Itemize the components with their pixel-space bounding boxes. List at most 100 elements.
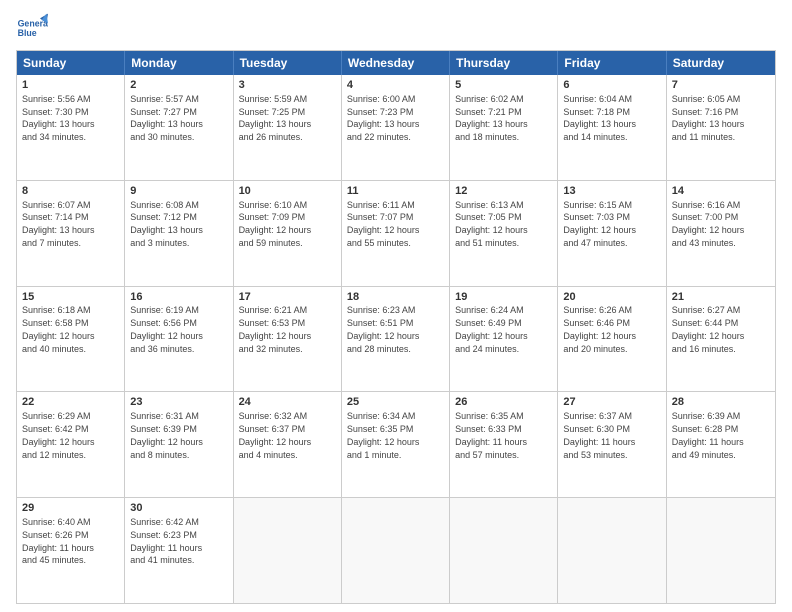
calendar-row-1: 8Sunrise: 6:07 AM Sunset: 7:14 PM Daylig… — [17, 180, 775, 286]
day-info: Sunrise: 5:57 AM Sunset: 7:27 PM Dayligh… — [130, 94, 203, 142]
calendar-cell-day-25: 25Sunrise: 6:34 AM Sunset: 6:35 PM Dayli… — [342, 392, 450, 497]
calendar-header-saturday: Saturday — [667, 51, 775, 75]
day-number: 30 — [130, 501, 227, 516]
calendar-cell-day-24: 24Sunrise: 6:32 AM Sunset: 6:37 PM Dayli… — [234, 392, 342, 497]
calendar-header-wednesday: Wednesday — [342, 51, 450, 75]
day-info: Sunrise: 6:04 AM Sunset: 7:18 PM Dayligh… — [563, 94, 636, 142]
calendar-cell-day-19: 19Sunrise: 6:24 AM Sunset: 6:49 PM Dayli… — [450, 287, 558, 392]
day-info: Sunrise: 6:13 AM Sunset: 7:05 PM Dayligh… — [455, 200, 528, 248]
day-info: Sunrise: 6:08 AM Sunset: 7:12 PM Dayligh… — [130, 200, 203, 248]
day-number: 14 — [672, 184, 770, 199]
day-info: Sunrise: 6:26 AM Sunset: 6:46 PM Dayligh… — [563, 305, 636, 353]
calendar-cell-day-27: 27Sunrise: 6:37 AM Sunset: 6:30 PM Dayli… — [558, 392, 666, 497]
calendar-header-sunday: Sunday — [17, 51, 125, 75]
day-info: Sunrise: 6:10 AM Sunset: 7:09 PM Dayligh… — [239, 200, 312, 248]
calendar-cell-day-29: 29Sunrise: 6:40 AM Sunset: 6:26 PM Dayli… — [17, 498, 125, 603]
calendar-cell-empty — [234, 498, 342, 603]
day-number: 8 — [22, 184, 119, 199]
day-info: Sunrise: 6:31 AM Sunset: 6:39 PM Dayligh… — [130, 411, 203, 459]
day-number: 27 — [563, 395, 660, 410]
day-number: 18 — [347, 290, 444, 305]
calendar-cell-day-4: 4Sunrise: 6:00 AM Sunset: 7:23 PM Daylig… — [342, 75, 450, 180]
calendar-cell-day-1: 1Sunrise: 5:56 AM Sunset: 7:30 PM Daylig… — [17, 75, 125, 180]
calendar-cell-day-5: 5Sunrise: 6:02 AM Sunset: 7:21 PM Daylig… — [450, 75, 558, 180]
day-number: 13 — [563, 184, 660, 199]
calendar-header-row: SundayMondayTuesdayWednesdayThursdayFrid… — [17, 51, 775, 75]
calendar-cell-day-30: 30Sunrise: 6:42 AM Sunset: 6:23 PM Dayli… — [125, 498, 233, 603]
calendar-cell-day-23: 23Sunrise: 6:31 AM Sunset: 6:39 PM Dayli… — [125, 392, 233, 497]
day-number: 17 — [239, 290, 336, 305]
day-info: Sunrise: 6:24 AM Sunset: 6:49 PM Dayligh… — [455, 305, 528, 353]
calendar-cell-day-3: 3Sunrise: 5:59 AM Sunset: 7:25 PM Daylig… — [234, 75, 342, 180]
day-number: 11 — [347, 184, 444, 199]
calendar-cell-day-7: 7Sunrise: 6:05 AM Sunset: 7:16 PM Daylig… — [667, 75, 775, 180]
calendar: SundayMondayTuesdayWednesdayThursdayFrid… — [16, 50, 776, 604]
day-info: Sunrise: 6:34 AM Sunset: 6:35 PM Dayligh… — [347, 411, 420, 459]
day-number: 10 — [239, 184, 336, 199]
calendar-header-tuesday: Tuesday — [234, 51, 342, 75]
calendar-row-2: 15Sunrise: 6:18 AM Sunset: 6:58 PM Dayli… — [17, 286, 775, 392]
day-number: 7 — [672, 78, 770, 93]
day-number: 25 — [347, 395, 444, 410]
calendar-row-4: 29Sunrise: 6:40 AM Sunset: 6:26 PM Dayli… — [17, 497, 775, 603]
day-info: Sunrise: 6:32 AM Sunset: 6:37 PM Dayligh… — [239, 411, 312, 459]
calendar-cell-empty — [558, 498, 666, 603]
day-number: 15 — [22, 290, 119, 305]
day-number: 9 — [130, 184, 227, 199]
calendar-cell-day-15: 15Sunrise: 6:18 AM Sunset: 6:58 PM Dayli… — [17, 287, 125, 392]
day-info: Sunrise: 6:02 AM Sunset: 7:21 PM Dayligh… — [455, 94, 528, 142]
calendar-cell-empty — [450, 498, 558, 603]
calendar-cell-empty — [667, 498, 775, 603]
calendar-cell-day-10: 10Sunrise: 6:10 AM Sunset: 7:09 PM Dayli… — [234, 181, 342, 286]
day-number: 5 — [455, 78, 552, 93]
day-number: 12 — [455, 184, 552, 199]
day-number: 3 — [239, 78, 336, 93]
day-number: 6 — [563, 78, 660, 93]
day-info: Sunrise: 5:56 AM Sunset: 7:30 PM Dayligh… — [22, 94, 95, 142]
day-info: Sunrise: 6:39 AM Sunset: 6:28 PM Dayligh… — [672, 411, 744, 459]
calendar-cell-empty — [342, 498, 450, 603]
calendar-header-monday: Monday — [125, 51, 233, 75]
calendar-cell-day-12: 12Sunrise: 6:13 AM Sunset: 7:05 PM Dayli… — [450, 181, 558, 286]
calendar-cell-day-2: 2Sunrise: 5:57 AM Sunset: 7:27 PM Daylig… — [125, 75, 233, 180]
logo: General Blue — [16, 12, 48, 44]
calendar-cell-day-21: 21Sunrise: 6:27 AM Sunset: 6:44 PM Dayli… — [667, 287, 775, 392]
calendar-cell-day-20: 20Sunrise: 6:26 AM Sunset: 6:46 PM Dayli… — [558, 287, 666, 392]
day-number: 21 — [672, 290, 770, 305]
calendar-row-0: 1Sunrise: 5:56 AM Sunset: 7:30 PM Daylig… — [17, 75, 775, 180]
page: General Blue SundayMondayTuesdayWednesda… — [0, 0, 792, 612]
calendar-cell-day-16: 16Sunrise: 6:19 AM Sunset: 6:56 PM Dayli… — [125, 287, 233, 392]
day-info: Sunrise: 6:16 AM Sunset: 7:00 PM Dayligh… — [672, 200, 745, 248]
day-info: Sunrise: 6:35 AM Sunset: 6:33 PM Dayligh… — [455, 411, 527, 459]
day-info: Sunrise: 6:23 AM Sunset: 6:51 PM Dayligh… — [347, 305, 420, 353]
day-info: Sunrise: 6:05 AM Sunset: 7:16 PM Dayligh… — [672, 94, 745, 142]
header: General Blue — [16, 12, 776, 44]
day-info: Sunrise: 6:07 AM Sunset: 7:14 PM Dayligh… — [22, 200, 95, 248]
day-info: Sunrise: 6:37 AM Sunset: 6:30 PM Dayligh… — [563, 411, 635, 459]
calendar-cell-day-13: 13Sunrise: 6:15 AM Sunset: 7:03 PM Dayli… — [558, 181, 666, 286]
calendar-cell-day-14: 14Sunrise: 6:16 AM Sunset: 7:00 PM Dayli… — [667, 181, 775, 286]
day-info: Sunrise: 5:59 AM Sunset: 7:25 PM Dayligh… — [239, 94, 312, 142]
day-number: 2 — [130, 78, 227, 93]
calendar-cell-day-28: 28Sunrise: 6:39 AM Sunset: 6:28 PM Dayli… — [667, 392, 775, 497]
calendar-cell-day-11: 11Sunrise: 6:11 AM Sunset: 7:07 PM Dayli… — [342, 181, 450, 286]
day-info: Sunrise: 6:18 AM Sunset: 6:58 PM Dayligh… — [22, 305, 95, 353]
calendar-cell-day-26: 26Sunrise: 6:35 AM Sunset: 6:33 PM Dayli… — [450, 392, 558, 497]
day-number: 23 — [130, 395, 227, 410]
day-info: Sunrise: 6:29 AM Sunset: 6:42 PM Dayligh… — [22, 411, 95, 459]
day-info: Sunrise: 6:00 AM Sunset: 7:23 PM Dayligh… — [347, 94, 420, 142]
calendar-cell-day-9: 9Sunrise: 6:08 AM Sunset: 7:12 PM Daylig… — [125, 181, 233, 286]
day-number: 20 — [563, 290, 660, 305]
day-info: Sunrise: 6:19 AM Sunset: 6:56 PM Dayligh… — [130, 305, 203, 353]
day-info: Sunrise: 6:27 AM Sunset: 6:44 PM Dayligh… — [672, 305, 745, 353]
calendar-cell-day-18: 18Sunrise: 6:23 AM Sunset: 6:51 PM Dayli… — [342, 287, 450, 392]
day-number: 19 — [455, 290, 552, 305]
day-number: 4 — [347, 78, 444, 93]
day-number: 1 — [22, 78, 119, 93]
day-number: 28 — [672, 395, 770, 410]
day-info: Sunrise: 6:42 AM Sunset: 6:23 PM Dayligh… — [130, 517, 202, 565]
day-number: 22 — [22, 395, 119, 410]
day-info: Sunrise: 6:40 AM Sunset: 6:26 PM Dayligh… — [22, 517, 94, 565]
svg-text:Blue: Blue — [18, 28, 37, 38]
day-number: 16 — [130, 290, 227, 305]
